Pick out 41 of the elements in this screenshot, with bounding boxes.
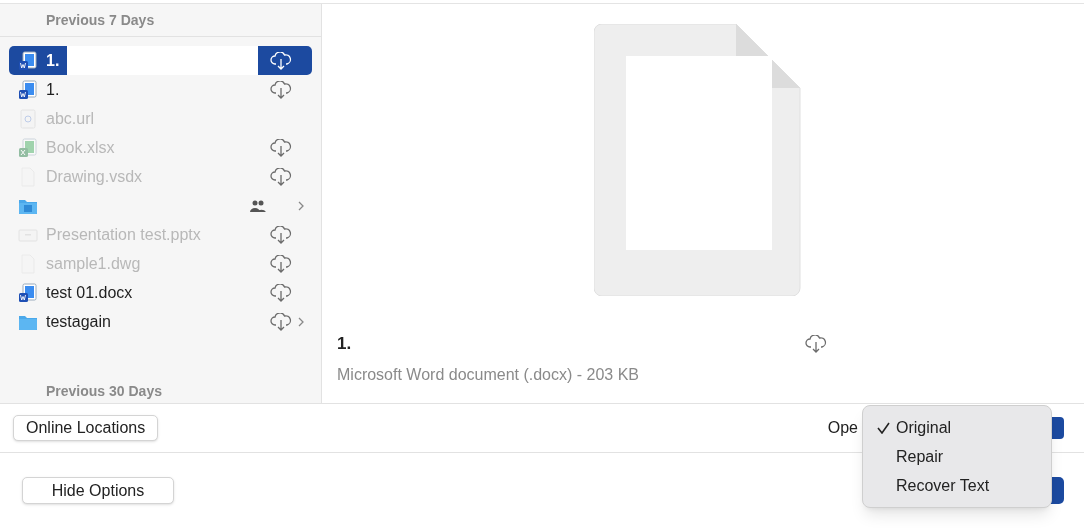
rename-field[interactable] [67,46,259,75]
file-row[interactable]: 1. [9,75,312,104]
menu-item-label: Original [896,417,952,438]
cloud-download-icon[interactable] [270,283,292,302]
cloud-download-icon[interactable] [270,312,292,331]
file-name: 1. [46,79,60,100]
file-row[interactable]: 1. [9,46,312,75]
file-name: 1. [46,50,60,71]
file-name: Presentation test.pptx [46,224,201,245]
menu-item-label: Repair [896,446,944,467]
file-name: sample1.dwg [46,253,141,274]
checkmark-icon [877,421,890,434]
file-details: Microsoft Word document (.docx) - 203 KB [337,364,641,385]
menu-item[interactable]: Original [863,413,1051,442]
file-row[interactable]: testagain [9,307,312,336]
people-icon [250,199,266,212]
file-name: test 01.docx [46,282,133,303]
cloud-download-icon[interactable] [270,80,292,99]
link-file-icon [18,108,38,129]
cloud-download-icon[interactable] [270,51,292,70]
word-document-icon [18,282,38,303]
online-locations-button[interactable]: Online Locations [13,415,159,441]
file-title: 1. [337,333,352,355]
cloud-download-icon[interactable] [805,334,827,353]
file-row[interactable]: test 01.docx [9,278,312,307]
menu-item-label: Recover Text [896,475,990,496]
chevron-right-icon[interactable] [298,316,304,327]
word-document-icon [18,79,38,100]
menu-item[interactable]: Repair [863,442,1051,471]
file-name: abc.url [46,108,95,129]
file-name: Drawing.vsdx [46,166,143,187]
file-name: Book.xlsx [46,137,115,158]
chevron-right-icon[interactable] [298,200,304,211]
file-name: testagain [46,311,111,332]
section-header: Previous 30 Days [46,383,162,399]
open-label: Ope [827,418,858,438]
section-header: Previous 7 Days [46,10,155,30]
hide-options-button[interactable]: Hide Options [22,477,174,504]
spreadsheet-icon [18,137,38,158]
word-document-icon [18,50,38,71]
menu-item[interactable]: Recover Text [863,471,1051,500]
